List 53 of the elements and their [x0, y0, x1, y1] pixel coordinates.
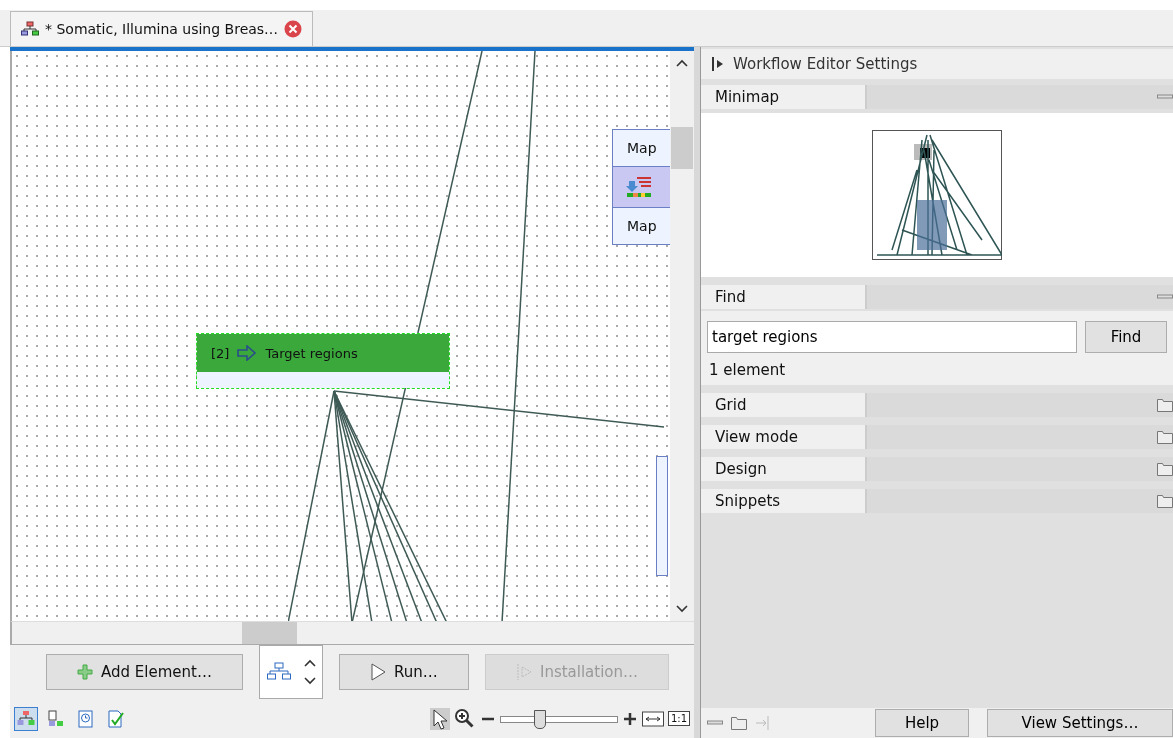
element-label: Target regions: [265, 345, 358, 361]
folder-icon[interactable]: [731, 716, 747, 730]
plus-icon: [77, 664, 94, 680]
port-label: Map: [626, 139, 658, 158]
horizontal-scrollbar[interactable]: [10, 621, 694, 645]
scroll-thumb[interactable]: [671, 127, 693, 169]
view-icon[interactable]: [14, 706, 38, 731]
zoom-in-plus-icon[interactable]: [621, 710, 638, 727]
scroll-thumb[interactable]: [242, 622, 297, 644]
add-button[interactable]: Add Element…: [46, 654, 243, 690]
run-button[interactable]: Run…: [339, 654, 469, 690]
workflow-element[interactable]: Map Map: [612, 129, 670, 245]
panel-title: Workflow Editor Settings: [733, 55, 918, 73]
result-count: 1 element: [708, 361, 787, 379]
collapse-icon[interactable]: [1157, 294, 1173, 300]
section-header[interactable]: Snippets: [701, 489, 867, 513]
close-icon[interactable]: [284, 20, 303, 38]
workflow-icon: [21, 21, 39, 37]
find-button[interactable]: Find: [1085, 321, 1167, 353]
arrow-icon: [237, 345, 258, 361]
spin-down-icon[interactable]: [303, 677, 316, 685]
port-label: Map: [626, 217, 658, 236]
section-header[interactable]: Find: [701, 285, 867, 309]
folder-icon[interactable]: [1157, 494, 1173, 508]
fit-width-icon[interactable]: [641, 709, 664, 728]
section-header[interactable]: Design: [701, 457, 867, 481]
collapse-panel-icon[interactable]: [711, 56, 725, 72]
workflow-tab[interactable]: * Somatic, Illumina using Breas…: [10, 11, 314, 46]
view-settings-button[interactable]: View Settings…: [987, 709, 1173, 737]
collapse-all-icon[interactable]: [707, 720, 723, 726]
workflow-element[interactable]: [656, 456, 668, 576]
scroll-down-icon[interactable]: [676, 605, 688, 613]
pointer-icon[interactable]: [429, 707, 450, 730]
actual-size-button[interactable]: 1:1: [667, 711, 690, 726]
section-header[interactable]: View mode: [701, 425, 867, 449]
folder-icon[interactable]: [1157, 430, 1173, 444]
section-header[interactable]: Grid: [701, 393, 867, 417]
install-icon: [515, 663, 532, 681]
zoom-slider[interactable]: [499, 708, 618, 729]
folder-icon[interactable]: [1157, 462, 1173, 476]
collapse-icon[interactable]: [1157, 94, 1173, 100]
workflow-element[interactable]: [2] Target regions: [196, 333, 450, 389]
folder-icon[interactable]: [1157, 398, 1173, 412]
workflow-icon: [266, 662, 291, 682]
search-field[interactable]: target regions: [707, 321, 1077, 353]
minimap-drawing[interactable]: [872, 130, 1002, 260]
scroll-up-icon[interactable]: [676, 59, 688, 67]
spin-up-icon[interactable]: [303, 659, 316, 667]
help-button[interactable]: Help: [875, 709, 969, 737]
zoom-in-icon[interactable]: [453, 707, 476, 730]
element-index: [2]: [211, 345, 230, 361]
play-icon: [370, 663, 387, 681]
section-header[interactable]: Minimap: [701, 85, 867, 109]
